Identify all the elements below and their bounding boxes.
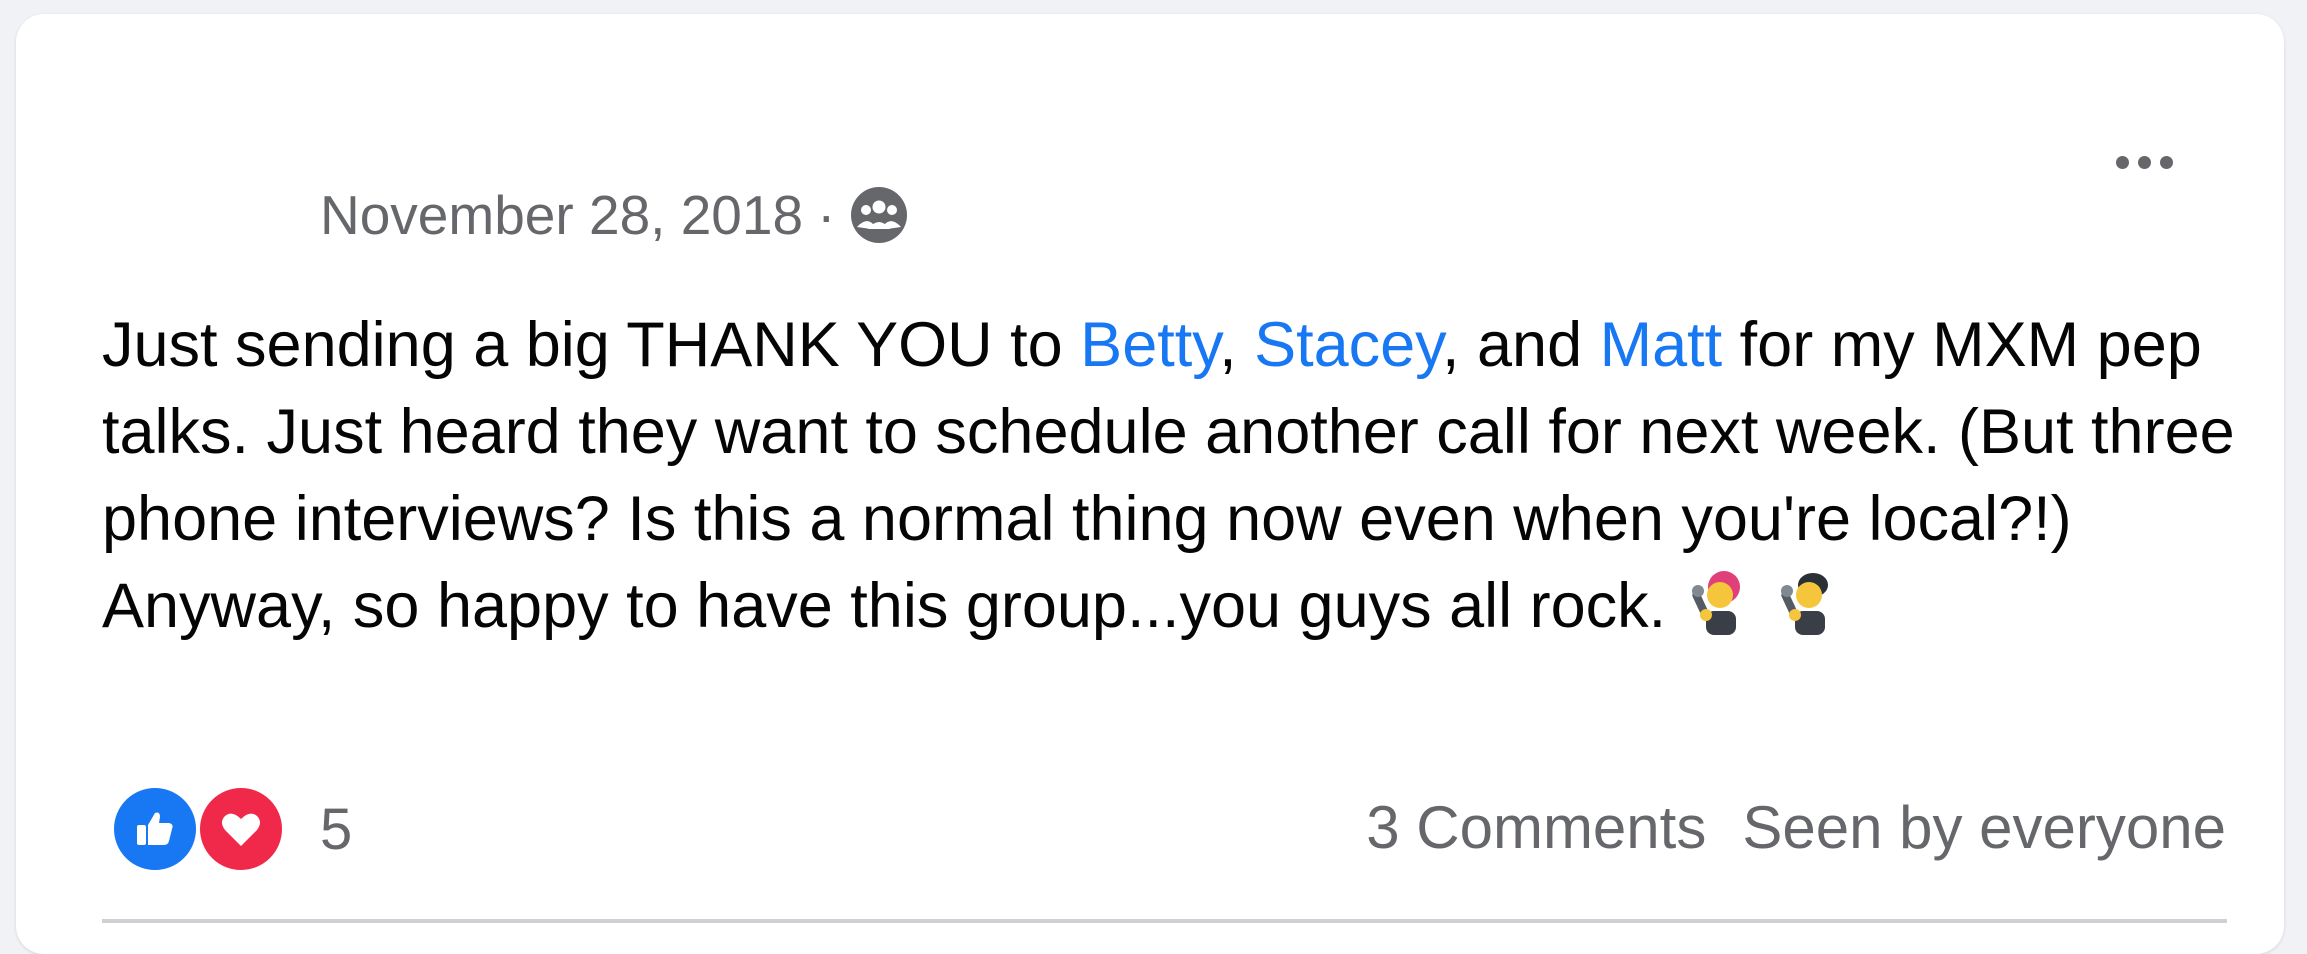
post-meta: November 28, 2018 · <box>320 182 909 248</box>
post-stats: 3 Comments Seen by everyone <box>1366 792 2226 864</box>
woman-singer-emoji <box>1691 571 1740 635</box>
post-text-part: , <box>1219 310 1255 380</box>
post-text-part: , and <box>1442 310 1600 380</box>
post-text-part: Just sending a big THANK YOU to <box>102 310 1081 380</box>
love-icon <box>196 784 286 874</box>
like-icon <box>110 784 200 874</box>
post-text: Just sending a big THANK YOU to Betty, S… <box>102 302 2242 650</box>
mention-link-stacey[interactable]: Stacey <box>1254 310 1442 380</box>
seen-by-link[interactable]: Seen by everyone <box>1742 792 2226 864</box>
more-options-dot <box>2159 155 2173 169</box>
mention-link-matt[interactable]: Matt <box>1600 310 1723 380</box>
comments-count-link[interactable]: 3 Comments <box>1366 792 1706 864</box>
reactions-summary[interactable]: 5 <box>110 784 352 874</box>
group-audience-icon[interactable] <box>849 185 909 245</box>
actions-divider <box>102 919 2227 923</box>
meta-separator: · <box>817 184 836 246</box>
more-options-button[interactable] <box>2094 132 2194 192</box>
more-options-icon <box>2115 155 2129 169</box>
post-card: November 28, 2018 · Just sending a big T… <box>16 14 2284 954</box>
mention-link-betty[interactable]: Betty <box>1080 310 1219 380</box>
post-date[interactable]: November 28, 2018 <box>320 182 803 248</box>
more-options-dot <box>2137 155 2151 169</box>
reaction-count: 5 <box>320 796 353 862</box>
man-singer-emoji <box>1781 573 1829 635</box>
